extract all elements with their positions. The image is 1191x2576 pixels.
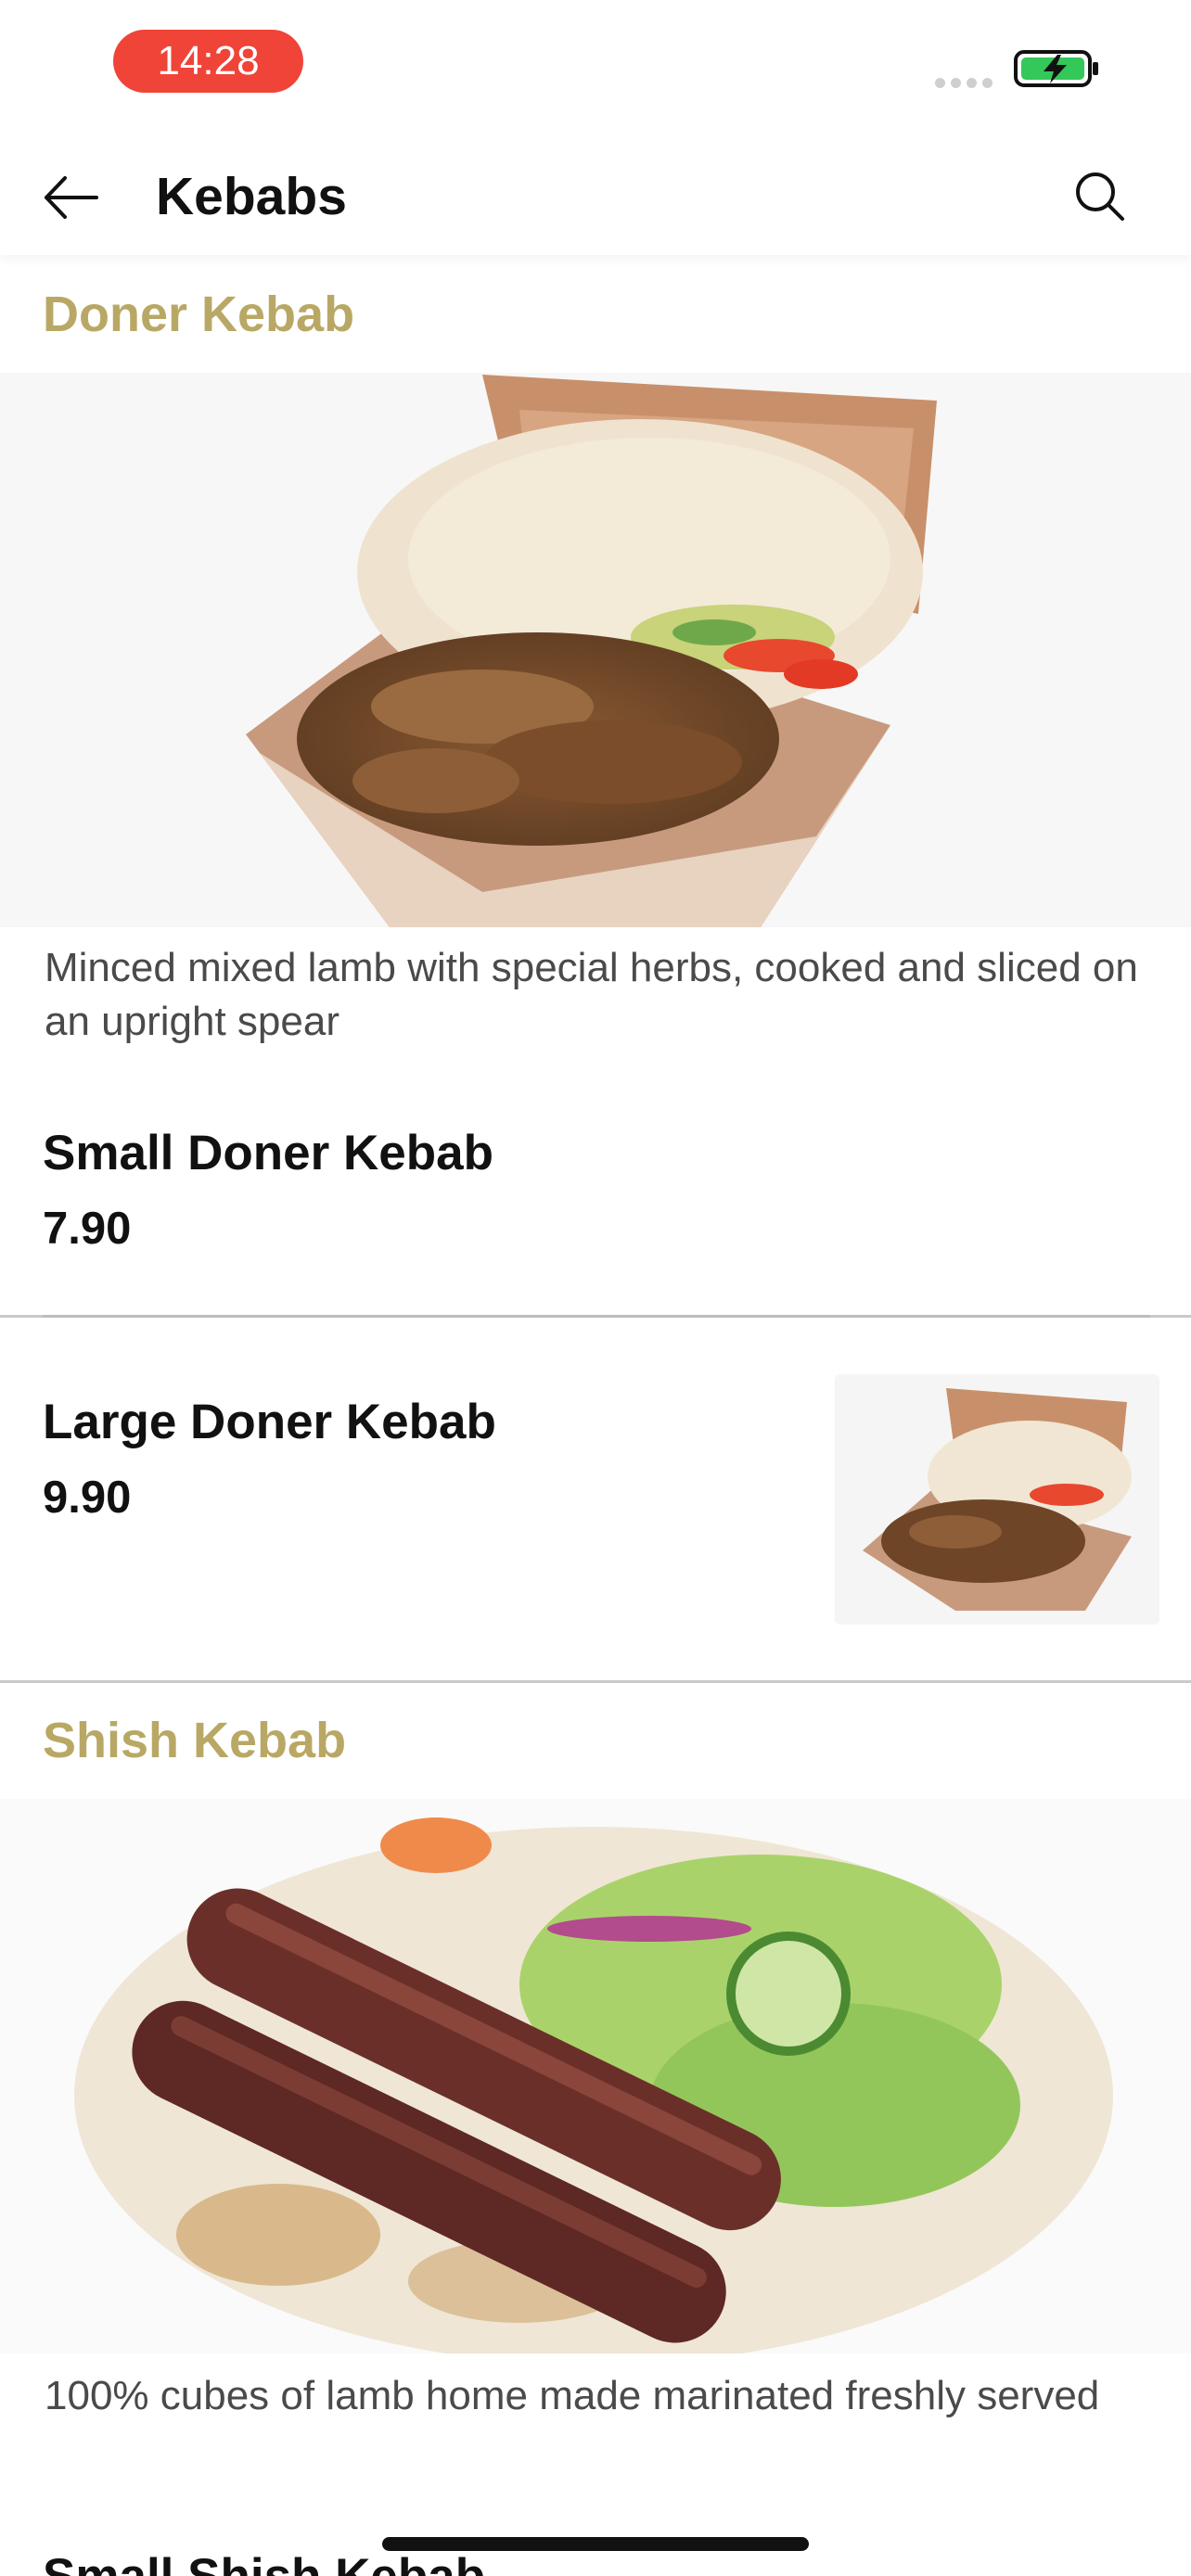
divider (43, 1315, 1150, 1318)
item-name: Large Doner Kebab (43, 1395, 496, 1449)
page-title: Kebabs (156, 167, 347, 226)
item-price: 7.90 (43, 1204, 132, 1254)
divider (0, 1680, 1191, 1683)
battery-charging-icon (1014, 50, 1098, 87)
section-title-shish: Shish Kebab (43, 1713, 347, 1768)
shish-kebab-image (0, 1799, 1191, 2353)
section-description-shish: 100% cubes of lamb home made marinated f… (45, 2373, 1100, 2418)
status-time: 14:28 (113, 30, 303, 93)
item-name: Small Doner Kebab (43, 1126, 493, 1180)
item-name: Small Shish Kebab (43, 2548, 485, 2576)
doner-kebab-box-image (0, 373, 1191, 927)
arrow-left-icon[interactable] (41, 167, 102, 228)
section-description-doner: Minced mixed lamb with special herbs, co… (45, 945, 1138, 1044)
menu-screen: 14:28 Kebabs Doner Kebab Minced mixed la… (0, 0, 1191, 2576)
home-indicator (382, 2537, 809, 2551)
section-title-doner: Doner Kebab (43, 287, 355, 342)
doner-kebab-thumbnail (835, 1374, 1159, 1625)
search-icon[interactable] (1070, 167, 1130, 226)
signal-icon (935, 78, 992, 88)
item-price: 9.90 (43, 1473, 132, 1523)
nav-bar: Kebabs (0, 139, 1191, 255)
status-bar: 14:28 (0, 0, 1191, 130)
